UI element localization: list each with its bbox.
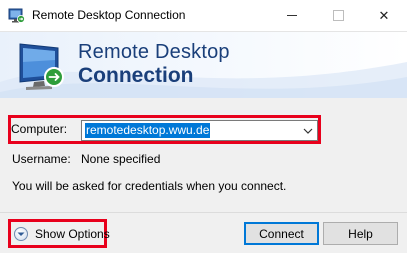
banner-title-line1: Remote Desktop [78,41,230,63]
chevron-down-icon[interactable] [301,123,315,138]
computer-input-value[interactable]: remotedesktop.wwu.de [85,123,211,138]
show-options-button[interactable]: Show Options [14,225,110,243]
minimize-icon [287,15,297,16]
title-bar[interactable]: Remote Desktop Connection ✕ [0,0,407,32]
connect-button-label: Connect [259,226,304,241]
help-button[interactable]: Help [323,222,398,245]
help-button-label: Help [348,226,373,241]
show-options-label: Show Options [35,227,110,241]
computer-label: Computer: [11,122,68,136]
credentials-note: You will be asked for credentials when y… [12,179,287,193]
maximize-button[interactable] [315,0,361,31]
close-button[interactable]: ✕ [361,0,407,31]
close-icon: ✕ [378,7,390,23]
header-banner: Remote Desktop Connection [0,32,407,98]
username-value: None specified [81,152,161,166]
banner-title-line2: Connection [78,64,194,87]
maximize-icon [332,10,344,21]
remote-desktop-app-icon [8,8,25,23]
chevron-down-circle-icon [14,227,28,241]
connect-button[interactable]: Connect [244,222,319,245]
window-title: Remote Desktop Connection [32,8,186,22]
footer-divider [0,212,407,213]
computer-combobox[interactable]: remotedesktop.wwu.de [81,120,318,141]
remote-desktop-monitor-icon [19,43,64,90]
minimize-button[interactable] [269,0,315,31]
username-label: Username: [12,152,71,166]
